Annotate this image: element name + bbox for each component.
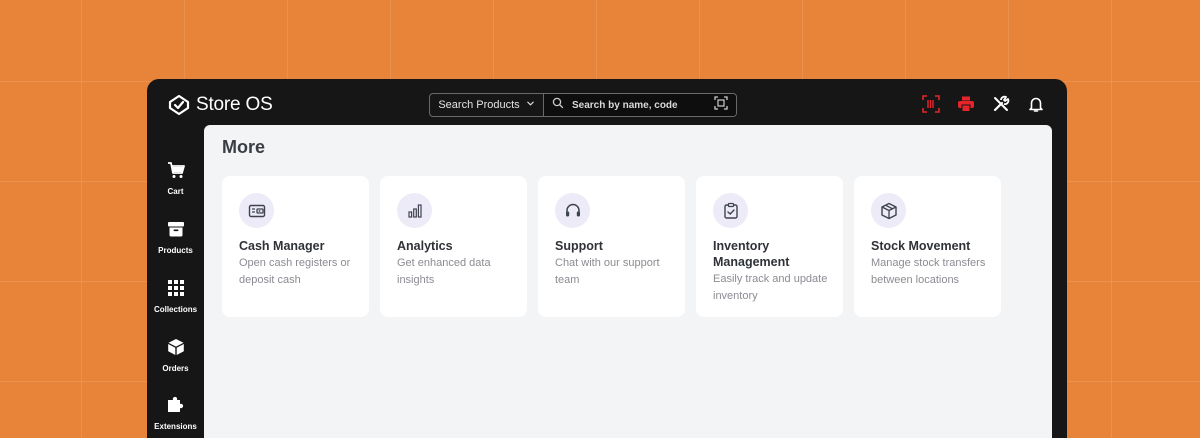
- card-cash-manager[interactable]: Cash Manager Open cash registers or depo…: [222, 176, 369, 317]
- cart-icon: [167, 161, 185, 179]
- app-window: Store OS Search Products Search by name,…: [147, 79, 1067, 438]
- clipboard-check-icon: [713, 193, 748, 228]
- card-title: Support: [555, 239, 603, 253]
- search-field: [544, 94, 736, 116]
- chevron-down-icon: [526, 99, 535, 111]
- app-name: Store OS: [196, 94, 273, 115]
- store-logo-icon: [166, 92, 192, 118]
- sidebar-item-label: Collections: [153, 305, 198, 314]
- search-bar: Search Products: [429, 93, 737, 117]
- sidebar-item-label: Cart: [167, 187, 184, 196]
- scan-icon[interactable]: [714, 95, 728, 115]
- card-title: Stock Movement: [871, 239, 971, 253]
- top-bar: Store OS Search Products: [147, 79, 1067, 127]
- app-logo[interactable]: Store OS: [166, 92, 273, 118]
- card-description: Manage stock transfers between locations: [871, 257, 986, 286]
- sidebar-item-extensions[interactable]: Extensions: [147, 396, 204, 431]
- search-icon: [552, 96, 564, 114]
- sidebar-item-cart[interactable]: Cart: [147, 161, 204, 196]
- search-mode-dropdown[interactable]: Search Products: [430, 94, 544, 116]
- more-cards: Cash Manager Open cash registers or depo…: [222, 176, 1001, 317]
- box-icon: [167, 338, 185, 356]
- card-description: Open cash registers or deposit cash: [239, 257, 351, 286]
- card-description: Easily track and update inventory: [713, 273, 828, 302]
- printer-icon[interactable]: [957, 95, 975, 113]
- card-description: Get enhanced data insights: [397, 257, 491, 286]
- search-input[interactable]: [572, 99, 706, 111]
- search-mode-label: Search Products: [438, 99, 520, 111]
- archive-box-icon: [167, 220, 185, 238]
- card-title: Analytics: [397, 239, 453, 253]
- barcode-scanner-icon[interactable]: [922, 95, 940, 113]
- sidebar-item-orders[interactable]: Orders: [147, 338, 204, 373]
- sidebar-item-collections[interactable]: Collections: [147, 279, 204, 314]
- package-icon: [871, 193, 906, 228]
- card-analytics[interactable]: Analytics Get enhanced data insights: [380, 176, 527, 317]
- sidebar-item-products[interactable]: Products: [147, 220, 204, 255]
- bar-chart-icon: [397, 193, 432, 228]
- tools-icon[interactable]: [992, 95, 1010, 113]
- card-inventory-management[interactable]: Inventory Management Easily track and up…: [696, 176, 843, 317]
- card-support[interactable]: Support Chat with our support team: [538, 176, 685, 317]
- sidebar-item-label: Orders: [162, 364, 189, 373]
- card-description: Chat with our support team: [555, 257, 660, 286]
- grid-icon: [167, 279, 185, 297]
- page-title: More: [222, 137, 266, 157]
- card-title: Cash Manager: [239, 239, 325, 253]
- puzzle-icon: [167, 396, 185, 414]
- sidebar: Cart Products Collections Orders Extensi…: [147, 127, 204, 438]
- sidebar-item-label: Extensions: [154, 422, 197, 431]
- card-title: Inventory Management: [713, 239, 790, 269]
- cash-register-icon: [239, 193, 274, 228]
- headset-icon: [555, 193, 590, 228]
- main-content: More Cash Manager Open cash registers or…: [204, 125, 1052, 438]
- bell-icon[interactable]: [1027, 95, 1045, 113]
- topbar-actions: [922, 95, 1045, 113]
- sidebar-item-label: Products: [158, 246, 193, 255]
- card-stock-movement[interactable]: Stock Movement Manage stock transfers be…: [854, 176, 1001, 317]
